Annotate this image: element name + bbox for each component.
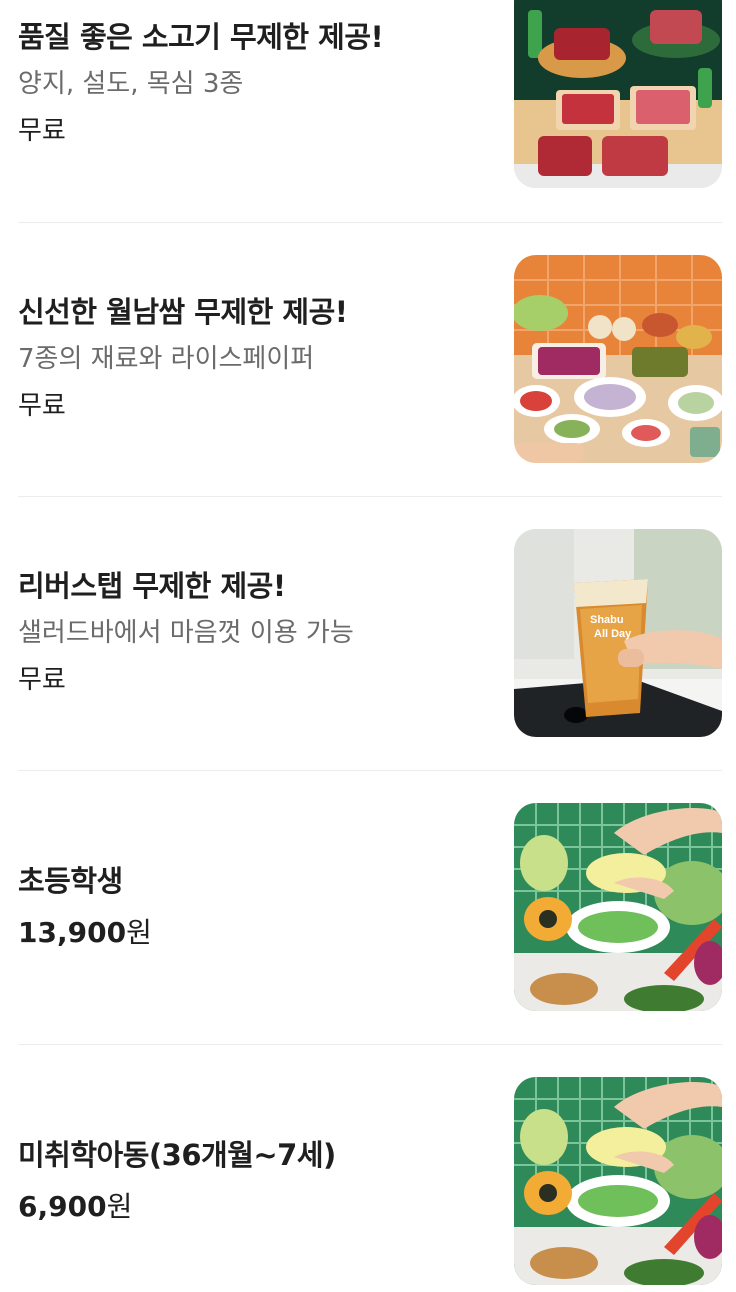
menu-item-rice-paper-rolls[interactable]: 신선한 월남쌈 무제한 제공! 7종의 재료와 라이스페이퍼 무료 bbox=[18, 255, 722, 463]
menu-item-title: 초등학생 bbox=[18, 864, 123, 898]
menu-item-preschool-child[interactable]: 미취학아동(36개월~7세) 6,900원 bbox=[18, 1077, 722, 1285]
menu-item-price: 무료 bbox=[18, 391, 66, 421]
svg-text:All Day: All Day bbox=[594, 628, 632, 640]
menu-item-elementary-student[interactable]: 초등학생 13,900원 bbox=[18, 803, 722, 1011]
divider bbox=[18, 1044, 722, 1045]
divider bbox=[18, 222, 722, 223]
menu-item-title: 품질 좋은 소고기 무제한 제공! bbox=[18, 20, 384, 54]
menu-item-description: 7종의 재료와 라이스페이퍼 bbox=[18, 344, 315, 374]
menu-item-price: 6,900원 bbox=[18, 1187, 488, 1227]
beef-platters-photo bbox=[514, 0, 722, 188]
menu-item-text: 리버스탭 무제한 제공! 샐러드바에서 마음껏 이용 가능 무료 bbox=[18, 529, 488, 737]
vegetables-salad-bar-photo bbox=[514, 1077, 722, 1285]
menu-item-price: 무료 bbox=[18, 116, 66, 146]
price-unit: 원 bbox=[126, 916, 152, 949]
menu-item-description: 양지, 설도, 목심 3종 bbox=[18, 69, 244, 99]
menu-item-text: 미취학아동(36개월~7세) 6,900원 bbox=[18, 1077, 488, 1285]
menu-item-description: 샐러드바에서 마음껏 이용 가능 bbox=[18, 618, 354, 648]
price-unit: 원 bbox=[106, 1190, 133, 1223]
price-amount: 6,900 bbox=[18, 1190, 107, 1223]
menu-item-price: 무료 bbox=[18, 665, 66, 695]
menu-item-price: 13,900원 bbox=[18, 913, 488, 953]
vegetables-salad-bar-photo bbox=[514, 803, 722, 1011]
beer-glass-reverse-tap-photo: Shabu All Day bbox=[514, 529, 722, 737]
price-amount: 13,900 bbox=[18, 916, 127, 949]
divider bbox=[18, 770, 722, 771]
menu-item-text: 초등학생 13,900원 bbox=[18, 803, 488, 1011]
menu-item-title: 신선한 월남쌈 무제한 제공! bbox=[18, 295, 348, 329]
menu-item-title: 미취학아동(36개월~7세) bbox=[18, 1138, 336, 1172]
menu-item-title: 리버스탭 무제한 제공! bbox=[18, 569, 286, 603]
menu-item-text: 품질 좋은 소고기 무제한 제공! 양지, 설도, 목심 3종 무료 bbox=[18, 0, 488, 188]
rice-paper-roll-ingredients-photo bbox=[514, 255, 722, 463]
svg-text:Shabu: Shabu bbox=[590, 614, 624, 626]
menu-item-reverse-tap[interactable]: 리버스탭 무제한 제공! 샐러드바에서 마음껏 이용 가능 무료 Shabu A… bbox=[18, 529, 722, 737]
menu-item-text: 신선한 월남쌈 무제한 제공! 7종의 재료와 라이스페이퍼 무료 bbox=[18, 255, 488, 463]
menu-item-beef[interactable]: 품질 좋은 소고기 무제한 제공! 양지, 설도, 목심 3종 무료 bbox=[18, 0, 722, 188]
divider bbox=[18, 496, 722, 497]
